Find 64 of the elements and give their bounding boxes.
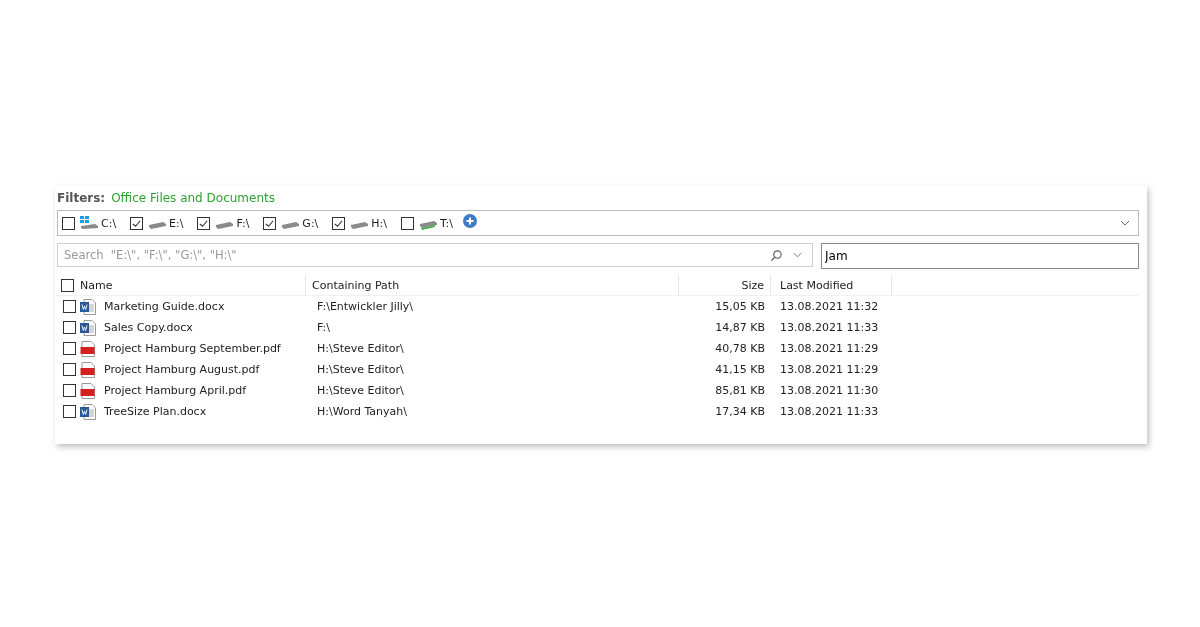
drive-label: G:\: [302, 216, 319, 230]
date-cell-text: 13.08.2021 11:33: [779, 405, 880, 418]
path-cell-text: H:\Steve Editor\: [316, 384, 405, 397]
drive-label: E:\: [169, 216, 184, 230]
date-cell-text: 13.08.2021 11:29: [779, 363, 880, 376]
row-checkbox[interactable]: [63, 405, 76, 418]
pdf-icon: [80, 361, 96, 378]
row-checkbox[interactable]: [63, 363, 76, 376]
path-cell-text: F:\: [316, 321, 331, 334]
date-cell-text: 13.08.2021 11:32: [779, 300, 880, 313]
row-checkbox[interactable]: [63, 321, 76, 334]
file-name: Marketing Guide.docx: [104, 300, 225, 313]
row-checkbox[interactable]: [63, 384, 76, 397]
query-field[interactable]: Jam: [821, 243, 1139, 269]
file-name: Project Hamburg September.pdf: [104, 342, 281, 355]
date-cell-text: 13.08.2021 11:29: [779, 342, 880, 355]
size-cell-text: 17,34 KB: [714, 405, 766, 418]
drive-selector[interactable]: C:\ E:\ F:\ G:\ H:\ T:\: [57, 210, 1139, 236]
word-document-icon: [80, 298, 96, 315]
word-document-icon: [80, 403, 96, 420]
search-input[interactable]: Search "E:\", "F:\", "G:\", "H:\": [62, 247, 760, 263]
caret-icon[interactable]: [793, 252, 802, 258]
path-cell-text: F:\Entwickler Jilly\: [316, 300, 415, 313]
size-cell-text: 85,81 KB: [714, 384, 766, 397]
drive-label: C:\: [101, 216, 117, 230]
checkbox[interactable]: [332, 216, 346, 230]
column-header[interactable]: Containing Path: [306, 275, 679, 295]
column-header[interactable]: Last Modified: [771, 275, 892, 295]
search-icon[interactable]: [770, 248, 783, 262]
column-header[interactable]: Size: [679, 275, 771, 295]
select-all-checkbox[interactable]: [61, 278, 74, 292]
caret-icon[interactable]: [1120, 220, 1130, 226]
date-cell-text: 13.08.2021 11:33: [779, 321, 880, 334]
row-checkbox[interactable]: [63, 342, 76, 355]
checkbox[interactable]: [263, 216, 277, 230]
path-cell-text: H:\Word Tanyah\: [316, 405, 408, 418]
size-cell-text: 40,78 KB: [714, 342, 766, 355]
path-cell-text: H:\Steve Editor\: [316, 363, 405, 376]
search-field[interactable]: Search "E:\", "F:\", "G:\", "H:\": [57, 243, 813, 267]
filters-label: Filters:: [57, 191, 106, 205]
row-checkbox[interactable]: [63, 300, 76, 313]
add-icon[interactable]: [462, 214, 477, 228]
checkbox[interactable]: [197, 216, 211, 230]
checkbox[interactable]: [130, 216, 144, 230]
file-name: Project Hamburg August.pdf: [104, 363, 260, 376]
path-cell-text: H:\Steve Editor\: [316, 342, 405, 355]
checkbox[interactable]: [401, 216, 414, 230]
drive-label: H:\: [371, 216, 387, 230]
system-drive-icon: [79, 216, 99, 230]
size-cell-text: 41,15 KB: [714, 363, 766, 376]
word-document-icon: [80, 319, 96, 336]
pdf-icon: [80, 340, 96, 357]
filter-link[interactable]: Office Files and Documents: [111, 191, 275, 205]
file-name: Sales Copy.docx: [104, 321, 193, 334]
drive-label: F:\: [236, 216, 250, 230]
file-name: Project Hamburg April.pdf: [104, 384, 247, 397]
checkbox[interactable]: [62, 216, 75, 230]
pdf-icon: [80, 382, 96, 399]
date-cell-text: 13.08.2021 11:30: [779, 384, 880, 397]
size-cell-text: 14,87 KB: [714, 321, 766, 334]
drive-label: T:\: [440, 216, 453, 230]
column-header[interactable]: Name: [80, 278, 113, 292]
size-cell-text: 15,05 KB: [714, 300, 766, 313]
file-name: TreeSize Plan.docx: [104, 405, 207, 418]
